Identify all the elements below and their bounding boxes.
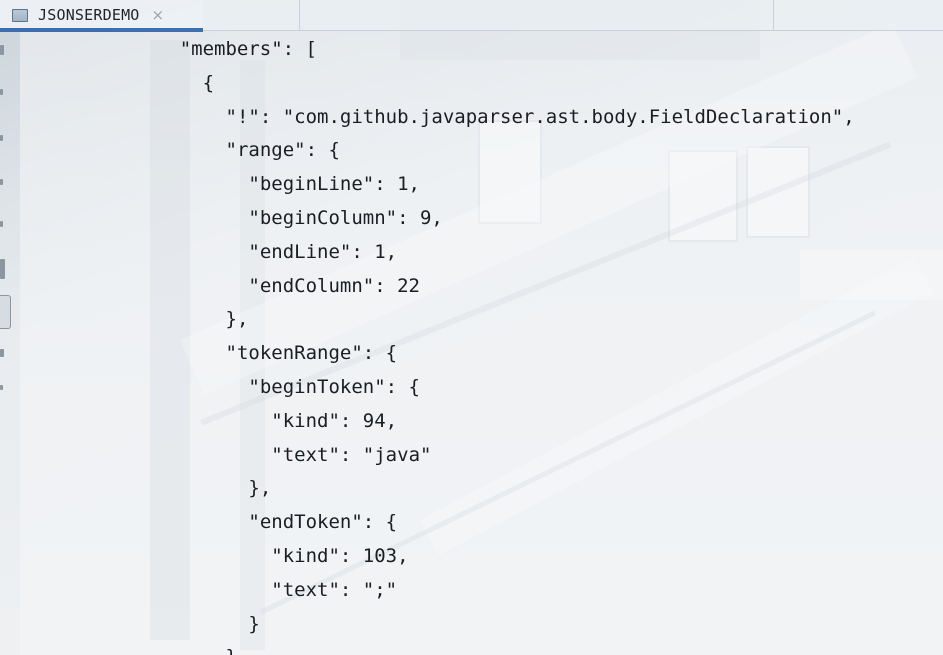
tab-bar-empty-area bbox=[300, 0, 774, 30]
fold-toggle-icon[interactable] bbox=[0, 295, 11, 329]
tab-bar-empty-area bbox=[203, 0, 300, 30]
code-line[interactable]: } bbox=[226, 640, 237, 655]
gutter-marker bbox=[0, 179, 3, 185]
gutter-marker bbox=[0, 135, 3, 141]
ide-window: JSONSERDEMO × "members": [{ "!": "com.git… bbox=[0, 0, 943, 655]
editor-gutter[interactable] bbox=[0, 31, 14, 655]
code-line[interactable]: "beginToken": { bbox=[248, 370, 420, 404]
gutter-marker bbox=[0, 89, 3, 95]
code-line[interactable]: "endColumn": 22 bbox=[248, 269, 420, 303]
code-line[interactable]: "range": { bbox=[226, 133, 340, 167]
code-line[interactable]: "kind": 94, bbox=[271, 404, 397, 438]
code-line[interactable]: "members": [ bbox=[180, 32, 317, 66]
code-line[interactable]: "tokenRange": { bbox=[226, 336, 398, 370]
code-line[interactable]: }, bbox=[226, 302, 249, 336]
gutter-marker bbox=[0, 385, 3, 390]
gutter-marker bbox=[0, 349, 4, 357]
code-line[interactable]: "beginLine": 1, bbox=[248, 167, 420, 201]
tab-jsonserdemo[interactable]: JSONSERDEMO × bbox=[0, 0, 203, 32]
code-line[interactable]: "beginColumn": 9, bbox=[248, 201, 442, 235]
code-line[interactable]: }, bbox=[248, 471, 271, 505]
code-editor[interactable]: "members": [{ "!": "com.github.javaparser… bbox=[20, 31, 943, 655]
gutter-marker bbox=[0, 45, 4, 55]
gutter-marker bbox=[0, 259, 5, 279]
code-line[interactable]: "text": ";" bbox=[271, 573, 397, 607]
gutter-marker bbox=[0, 221, 3, 227]
close-icon[interactable]: × bbox=[152, 6, 165, 24]
code-line[interactable]: { bbox=[203, 66, 214, 100]
tab-title: JSONSERDEMO bbox=[38, 6, 140, 24]
code-line[interactable]: "text": "java" bbox=[271, 438, 431, 472]
code-line[interactable]: "endLine": 1, bbox=[248, 235, 397, 269]
code-line[interactable]: "kind": 103, bbox=[271, 539, 408, 573]
json-file-icon bbox=[12, 8, 28, 22]
code-line[interactable]: "endToken": { bbox=[248, 505, 397, 539]
editor-tab-bar: JSONSERDEMO × bbox=[0, 0, 943, 32]
code-line[interactable]: "!": "com.github.javaparser.ast.body.Fie… bbox=[226, 100, 855, 134]
code-line[interactable]: } bbox=[248, 607, 259, 641]
